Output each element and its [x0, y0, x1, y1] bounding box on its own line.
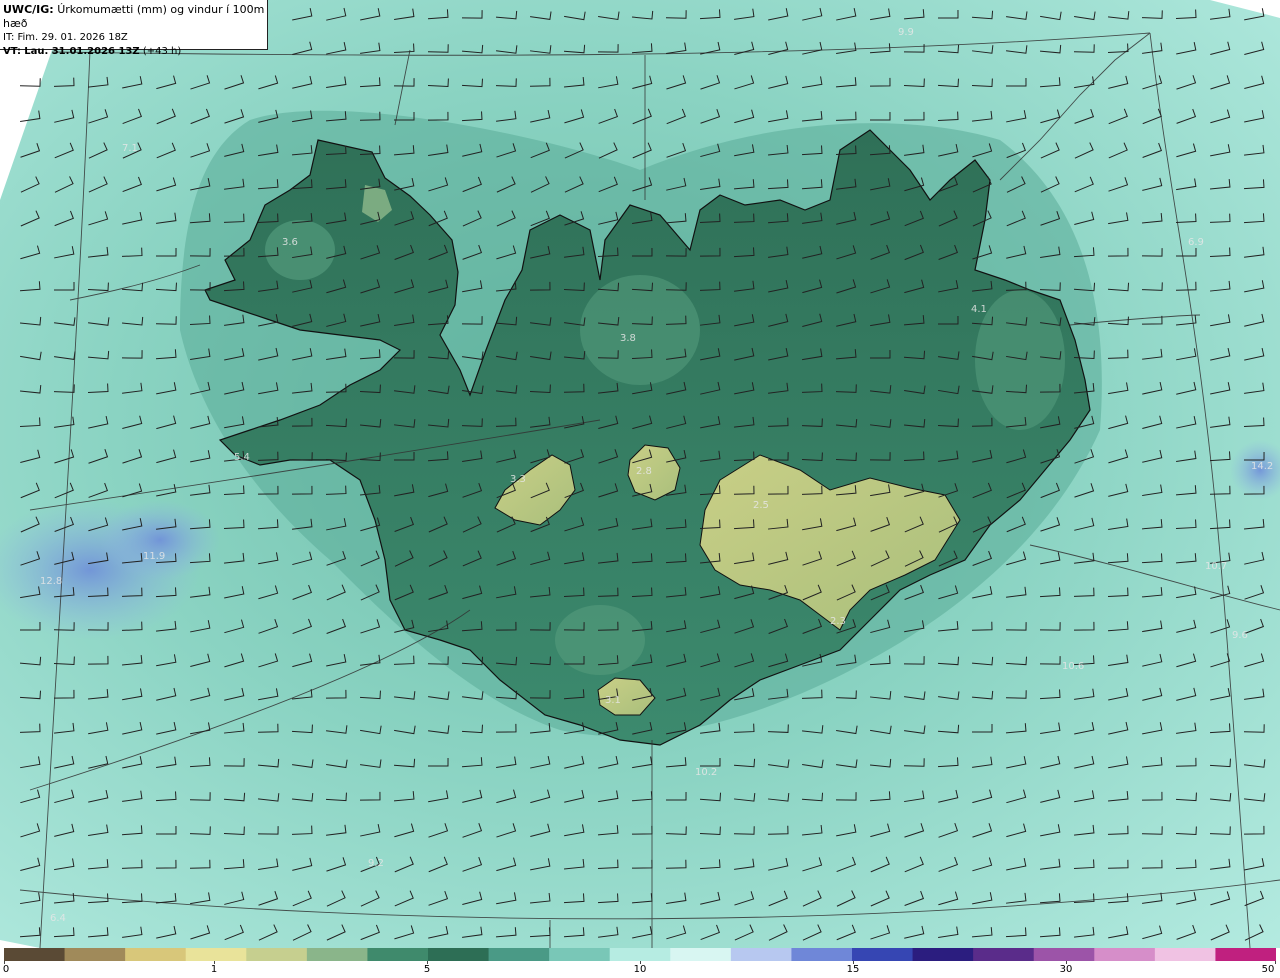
product-line: UWC/IG: Úrkomumætti (mm) og vindur í 100… — [3, 3, 267, 31]
lead-time: (+43 h) — [142, 46, 182, 57]
precip-value: 12.8 — [40, 576, 62, 587]
colorbar-segment — [912, 948, 974, 961]
precip-value: 5.4 — [234, 452, 250, 463]
precip-value: 2.5 — [753, 500, 769, 511]
colorbar-segment — [852, 948, 914, 961]
colorbar-tick: 10 — [633, 964, 647, 975]
precip-value: 2.8 — [636, 466, 652, 477]
colorbar-segment — [1033, 948, 1095, 961]
precip-value: 6.9 — [1188, 237, 1204, 248]
colorbar-segment — [1154, 948, 1217, 961]
colorbar-strip — [4, 948, 1276, 961]
map-info-box: UWC/IG: Úrkomumætti (mm) og vindur í 100… — [0, 0, 268, 57]
precip-value: 7.1 — [122, 143, 138, 154]
interior-high — [265, 220, 335, 280]
colorbar-legend: 0 1 5 10 15 30 50 — [0, 948, 1280, 978]
precip-value: 3.1 — [605, 695, 621, 706]
precip-value: 2.3 — [830, 616, 846, 627]
precip-value: 9.9 — [898, 27, 914, 38]
colorbar-segment — [973, 948, 1035, 961]
colorbar-segment — [64, 948, 126, 961]
precip-value: 3.8 — [620, 333, 636, 344]
precipitation-map: 9.9 7.1 3.6 3.8 6.9 4.1 5.4 3.3 2.8 2.5 … — [0, 0, 1280, 948]
colorbar-tick: 5 — [423, 964, 431, 975]
colorbar-segment — [791, 948, 853, 961]
precip-value: 11.9 — [143, 551, 165, 562]
precip-value: 9.6 — [1232, 630, 1248, 641]
colorbar-segment — [306, 948, 369, 961]
precip-value: 10.7 — [1205, 561, 1227, 572]
tick-mark — [1275, 961, 1276, 964]
colorbar-segment — [428, 948, 490, 961]
interior-high — [580, 275, 700, 385]
colorbar-tick: 1 — [210, 964, 218, 975]
colorbar-segment — [246, 948, 308, 961]
precip-value: 10.6 — [1062, 661, 1084, 672]
colorbar-tick: 0 — [2, 964, 10, 975]
colorbar-segment — [125, 948, 187, 961]
heavy-precip-area — [100, 500, 220, 580]
valid-time: Lau. 31.01.2026 13Z — [24, 46, 140, 57]
colorbar-segment — [549, 948, 611, 961]
precip-value: 9.2 — [368, 858, 384, 869]
precip-value: 3.3 — [510, 474, 526, 485]
precip-value: 3.6 — [282, 237, 298, 248]
precip-value: 4.1 — [971, 304, 987, 315]
colorbar-segment — [1094, 948, 1156, 961]
model-label: UWC/IG: — [3, 3, 54, 16]
colorbar-segment — [1215, 948, 1276, 961]
valid-label: VT: — [3, 46, 22, 57]
colorbar-segment — [367, 948, 429, 961]
valid-line: VT: Lau. 31.01.2026 13Z (+43 h) — [3, 45, 267, 59]
colorbar-segment — [670, 948, 732, 961]
colorbar-segment — [609, 948, 671, 961]
precip-value: 10.2 — [695, 767, 717, 778]
colorbar-segment — [730, 948, 793, 961]
precip-value: 14.2 — [1251, 461, 1273, 472]
precip-value: 6.4 — [50, 913, 66, 924]
colorbar-segment — [185, 948, 247, 961]
colorbar-segment — [488, 948, 550, 961]
colorbar-tick: 15 — [846, 964, 860, 975]
colorbar-tick: 30 — [1059, 964, 1073, 975]
init-time: IT: Fim. 29. 01. 2026 18Z — [3, 32, 128, 43]
colorbar-segment — [4, 948, 66, 961]
colorbar-tick: 50 — [1261, 964, 1275, 975]
interior-high — [975, 290, 1065, 430]
